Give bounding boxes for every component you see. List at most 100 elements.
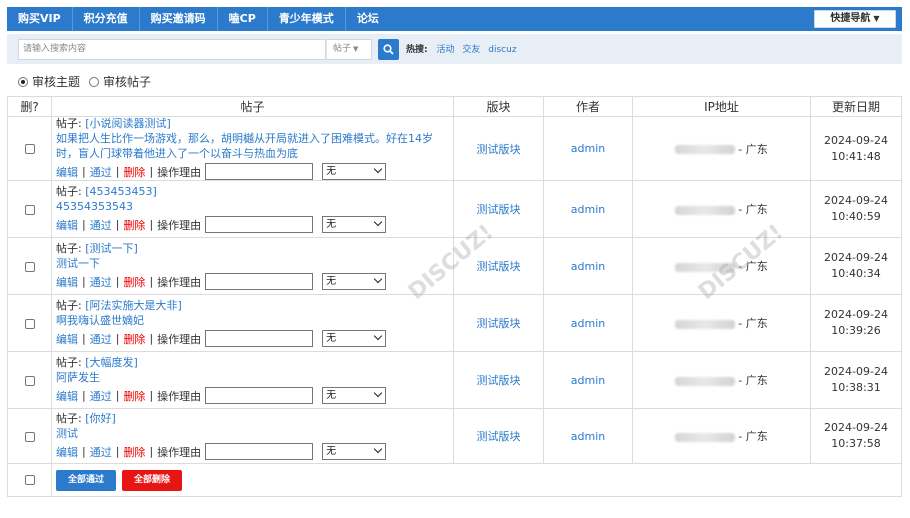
pass-link[interactable]: 通过 [90,444,112,460]
pass-link[interactable]: 通过 [90,274,112,290]
pass-link[interactable]: 通过 [90,388,112,404]
search-type-select[interactable]: 帖子 ▼ [326,39,372,60]
hot-word-link[interactable]: 交友 [462,45,480,55]
ip-region: - 广东 [738,142,768,156]
post-body[interactable]: 如果把人生比作一场游戏，那么，胡明樾从开局就进入了困难模式。好在14岁时，盲人门… [56,131,453,161]
reason-select-value: 无 [326,219,337,230]
search-input[interactable]: 请输入搜索内容 [18,39,326,60]
post-title-link[interactable]: [453453453] [85,185,157,198]
post-title-link[interactable]: [大幅度发] [85,356,138,369]
post-body[interactable]: 啊我嗨认盛世嫡妃 [56,313,453,328]
reason-input[interactable] [205,216,314,233]
reason-label: 操作理由 [157,389,202,403]
radio-review-post[interactable] [89,76,100,87]
row-checkbox[interactable] [24,204,35,215]
ip-address: - 广东 [632,351,811,409]
delete-link[interactable]: 删除 [123,274,145,290]
radio-review-topic[interactable] [18,76,28,87]
board-link[interactable]: 测试版块 [453,294,544,352]
nav-item-points[interactable]: 积分充值 [73,7,140,31]
table-row: 帖子: [测试一下] 测试一下 编辑 | 通过 | 删除 | 操作理由 无 测试版块 … [7,237,902,295]
pass-link[interactable]: 通过 [90,164,112,180]
author-link[interactable]: admin [543,116,633,181]
author-link[interactable]: admin [543,408,633,464]
edit-link[interactable]: 编辑 [56,274,78,290]
post-actions: 编辑 | 通过 | 删除 | 操作理由 无 [56,443,453,460]
pass-link[interactable]: 通过 [90,331,112,347]
reason-input[interactable] [205,163,314,180]
delete-link[interactable]: 删除 [123,331,145,347]
delete-link[interactable]: 删除 [123,164,145,180]
ip-redacted [675,262,736,272]
date-time: 10:40:34 [831,267,881,280]
row-checkbox[interactable] [24,261,35,272]
reason-input[interactable] [205,330,314,347]
edit-link[interactable]: 编辑 [56,164,78,180]
row-checkbox[interactable] [24,144,35,154]
reason-input[interactable] [205,387,314,404]
reason-select[interactable]: 无 [322,163,387,180]
board-link[interactable]: 测试版块 [453,408,544,464]
nav-item-cp[interactable]: 嗑CP [218,7,268,31]
pass-all-button[interactable]: 全部通过 [56,469,117,491]
nav-item-vip[interactable]: 购买VIP [7,7,73,31]
reason-select[interactable]: 无 [322,330,387,347]
author-link[interactable]: admin [543,294,633,352]
date-day: 2024-09-24 [824,194,888,207]
reason-select[interactable]: 无 [322,216,387,233]
edit-link[interactable]: 编辑 [56,444,78,460]
board-link[interactable]: 测试版块 [453,237,544,295]
post-body[interactable]: 测试一下 [56,256,453,271]
reason-input[interactable] [205,443,314,460]
row-checkbox[interactable] [24,375,35,386]
delete-link[interactable]: 删除 [123,217,145,233]
delete-all-button[interactable]: 全部删除 [122,469,183,491]
post-title-link[interactable]: [小说阅读器测试] [85,117,171,130]
author-link[interactable]: admin [543,351,633,409]
row-checkbox[interactable] [24,318,35,329]
pass-link[interactable]: 通过 [90,217,112,233]
header-ip: IP地址 [632,96,811,117]
reason-input[interactable] [205,273,314,290]
board-link[interactable]: 测试版块 [453,116,544,181]
author-link[interactable]: admin [543,180,633,238]
post-title-link[interactable]: [你好] [85,412,116,425]
post-body[interactable]: 45354353543 [56,199,453,214]
separator: | [115,389,120,402]
nav-item-forum[interactable]: 论坛 [346,7,390,31]
delete-link[interactable]: 删除 [123,444,145,460]
separator: | [149,332,154,345]
edit-link[interactable]: 编辑 [56,331,78,347]
separator: | [149,445,154,458]
edit-link[interactable]: 编辑 [56,217,78,233]
delete-link[interactable]: 删除 [123,388,145,404]
board-link[interactable]: 测试版块 [453,351,544,409]
ip-region: - 广东 [738,203,768,216]
date-day: 2024-09-24 [824,133,888,147]
select-all-checkbox[interactable] [24,475,35,485]
reason-select[interactable]: 无 [322,443,387,460]
search-button[interactable] [378,39,399,60]
row-checkbox[interactable] [24,431,35,442]
quick-nav-button[interactable]: 快捷导航 ▼ [814,10,896,28]
search-type-label: 帖子 [333,44,352,54]
post-body[interactable]: 阿萨发生 [56,370,453,385]
hot-word-link[interactable]: 活动 [436,45,454,55]
reason-select[interactable]: 无 [322,387,387,404]
separator: | [149,218,154,231]
nav-item-teen-mode[interactable]: 青少年模式 [268,7,346,31]
edit-link[interactable]: 编辑 [56,388,78,404]
reason-label: 操作理由 [157,332,202,346]
reason-select[interactable]: 无 [322,273,387,290]
hot-word-link[interactable]: discuz [488,45,516,55]
reason-label: 操作理由 [157,218,202,232]
board-link[interactable]: 测试版块 [453,180,544,238]
post-body[interactable]: 测试 [56,426,453,441]
reason-label: 操作理由 [157,275,202,289]
post-title-link[interactable]: [测试一下] [85,242,138,255]
nav-item-invite[interactable]: 购买邀请码 [140,7,218,31]
separator: | [82,275,86,288]
ip-address: - 广东 [632,408,811,464]
author-link[interactable]: admin [543,237,633,295]
post-title-link[interactable]: [阿法实施大是大非] [85,299,182,312]
